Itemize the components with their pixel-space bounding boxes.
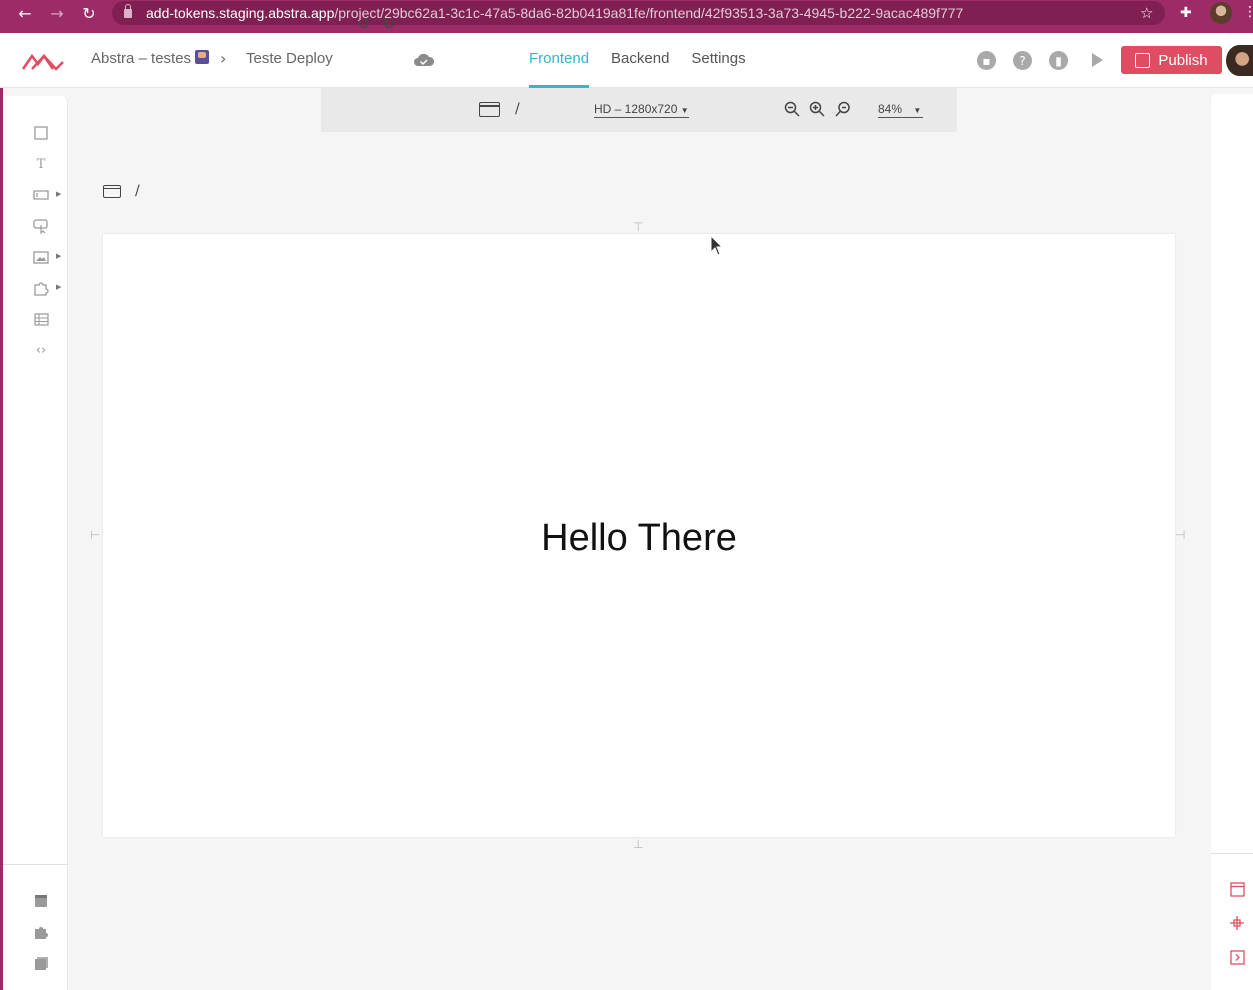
main-tabs: Frontend Backend Settings (529, 33, 746, 88)
resolution-value: HD – 1280x720 (594, 102, 678, 116)
window-frame-icon[interactable] (479, 102, 500, 117)
play-preview-icon[interactable] (1092, 53, 1103, 67)
undo-icon[interactable]: ↺ (357, 14, 370, 33)
zoom-select[interactable]: 84% ▼ (878, 102, 923, 118)
browser-menu-icon[interactable]: ⋮ (1243, 4, 1253, 20)
page-canvas[interactable]: Hello There (103, 234, 1175, 837)
extensions-icon[interactable]: ✚ (1180, 5, 1192, 21)
collapse-panel-icon[interactable] (1229, 949, 1245, 965)
browser-bar: ← → ↻ add-tokens.staging.abstra.app/proj… (0, 0, 1253, 33)
mouse-cursor-icon (710, 235, 724, 256)
tab-backend[interactable]: Backend (611, 33, 669, 88)
divider (1211, 853, 1253, 854)
redo-icon[interactable]: ↻ (382, 14, 395, 33)
canvas-route: / (135, 183, 140, 199)
external-link-icon (1135, 52, 1151, 68)
breadcrumb-project[interactable]: Abstra – testes (91, 50, 210, 67)
project-name: Abstra – testes (91, 50, 192, 67)
move-icon[interactable] (1229, 915, 1245, 931)
resolution-select[interactable]: HD – 1280x720 ▼ (594, 102, 689, 118)
url-path: /project/29bc62a1-3c1c-47a5-8da6-82b0419… (334, 5, 964, 21)
lock-icon (124, 3, 132, 18)
chevron-right-icon[interactable]: ▶ (56, 283, 61, 291)
zoom-out-icon[interactable] (784, 101, 800, 121)
tab-settings[interactable]: Settings (691, 33, 745, 88)
plugin-puzzle-icon[interactable] (33, 924, 49, 940)
technologist-emoji-icon (195, 50, 210, 64)
tab-frontend[interactable]: Frontend (529, 33, 590, 88)
chevron-right-icon[interactable]: ▶ (56, 252, 61, 260)
forward-icon[interactable]: → (46, 2, 68, 24)
code-icon[interactable]: ‹› (33, 342, 49, 358)
page-route-label: / (103, 183, 140, 199)
container-icon[interactable] (33, 125, 49, 141)
hello-text[interactable]: Hello There (103, 517, 1175, 560)
resize-handle-bottom[interactable]: ⊥ (633, 837, 643, 851)
table-icon[interactable] (33, 311, 49, 327)
input-icon[interactable] (33, 187, 49, 203)
breadcrumb-page[interactable]: Teste Deploy (246, 50, 333, 67)
back-icon[interactable]: ← (14, 2, 36, 24)
docs-icon[interactable]: ▮ (1049, 51, 1068, 70)
reload-icon[interactable]: ↻ (78, 2, 100, 24)
zoom-reset-icon[interactable] (835, 101, 851, 121)
page-settings-icon[interactable] (33, 893, 49, 909)
publish-button[interactable]: Publish (1121, 46, 1222, 74)
widget-puzzle-icon[interactable] (33, 280, 49, 296)
image-icon[interactable] (33, 249, 49, 265)
zoom-value: 84% (878, 102, 903, 116)
bookmark-star-icon[interactable]: ☆ (1140, 4, 1153, 22)
url-host: add-tokens.staging.abstra.app (146, 5, 335, 21)
right-panel (1211, 94, 1253, 990)
resize-handle-left[interactable]: ⊢ (90, 528, 100, 542)
divider (3, 864, 68, 865)
chevron-right-icon[interactable]: ▶ (56, 190, 61, 198)
text-icon[interactable]: T (33, 156, 49, 172)
route-path: / (515, 101, 520, 117)
publish-label: Publish (1158, 51, 1208, 69)
browser-profile-avatar[interactable] (1210, 2, 1232, 24)
app-header: Abstra – testes › Teste Deploy Frontend … (0, 33, 1253, 88)
address-bar[interactable]: add-tokens.staging.abstra.app/project/29… (112, 1, 1165, 25)
zoom-in-icon[interactable] (809, 101, 825, 121)
pages-icon[interactable] (33, 955, 49, 971)
chevron-right-icon: › (220, 49, 227, 68)
button-icon[interactable] (33, 218, 49, 234)
resize-handle-right[interactable]: ⊣ (1175, 528, 1185, 542)
help-icon[interactable]: ? (1013, 51, 1032, 70)
frame-icon[interactable] (1229, 881, 1245, 897)
caret-down-icon: ▼ (680, 106, 689, 115)
resize-handle-top[interactable]: ⊤ (633, 220, 643, 234)
chat-icon[interactable]: ▪ (977, 51, 996, 70)
user-avatar[interactable] (1226, 45, 1253, 76)
window-frame-icon (103, 184, 121, 198)
caret-down-icon: ▼ (913, 106, 922, 115)
abstra-logo-icon[interactable] (22, 51, 64, 71)
cloud-saved-icon (414, 53, 435, 66)
